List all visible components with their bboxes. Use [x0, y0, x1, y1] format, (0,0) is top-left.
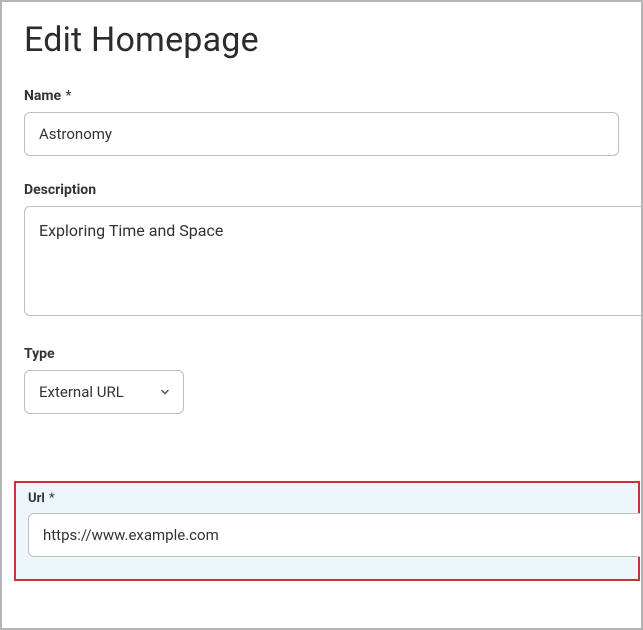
edit-homepage-form: Edit Homepage Name * Description Type Ex…: [0, 0, 643, 630]
type-label: Type: [24, 346, 641, 362]
description-input[interactable]: [24, 206, 641, 316]
type-field-group: Type External URL: [24, 346, 641, 414]
type-select[interactable]: External URL: [24, 370, 184, 414]
url-highlight-box: Url *: [14, 481, 640, 581]
url-required-marker: *: [49, 491, 55, 506]
page-title: Edit Homepage: [24, 20, 641, 60]
name-input[interactable]: [24, 112, 619, 156]
name-label-text: Name: [24, 88, 61, 104]
name-required-marker: *: [66, 88, 72, 104]
name-field-group: Name *: [24, 88, 641, 156]
url-label: Url *: [28, 491, 638, 506]
url-label-text: Url: [28, 491, 45, 506]
url-input[interactable]: [28, 513, 640, 557]
type-selected-value: External URL: [39, 383, 124, 401]
description-field-group: Description: [24, 182, 641, 320]
name-label: Name *: [24, 88, 641, 104]
chevron-down-icon: [159, 386, 171, 398]
description-label: Description: [24, 182, 641, 198]
